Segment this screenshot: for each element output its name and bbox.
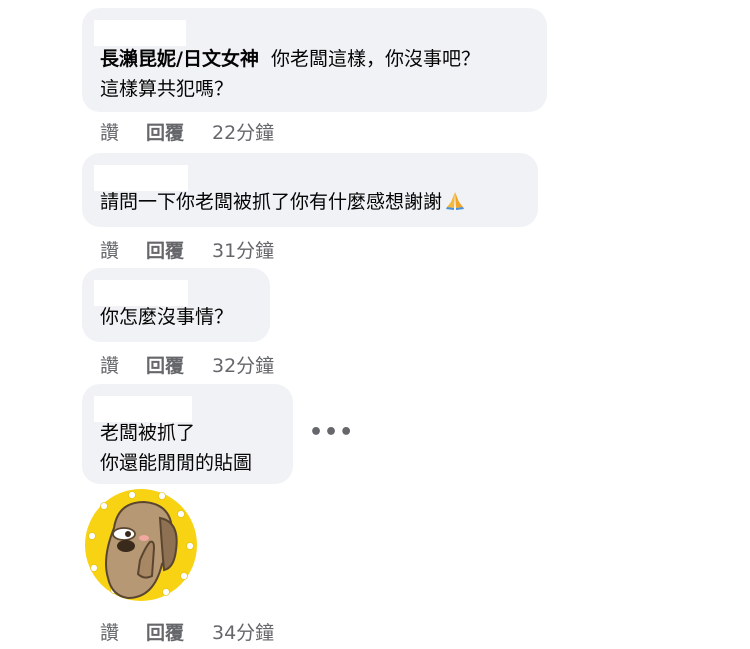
comment-text-line: 你怎麼沒事情？ (100, 306, 234, 328)
like-link[interactable]: 讚 (100, 618, 146, 645)
comment-bubble: 請問一下你老闆被抓了你有什麼感想謝謝 (82, 153, 538, 227)
like-link[interactable]: 讚 (100, 118, 146, 145)
timestamp[interactable]: 22分鐘 (212, 118, 274, 145)
timestamp[interactable]: 34分鐘 (212, 618, 274, 645)
like-link[interactable]: 讚 (100, 236, 146, 263)
comment-bubble: 老闆被抓了你還能閒閒的貼圖 (82, 384, 293, 484)
timestamp[interactable]: 32分鐘 (212, 351, 274, 378)
comment-text: 請問一下你老闆被抓了你有什麼感想謝謝 (100, 187, 522, 219)
reply-link[interactable]: 回覆 (146, 236, 212, 263)
comment-actions: 讚 回覆 22分鐘 (100, 118, 274, 145)
comment-text-line: 你老闆這樣，你沒事吧？ (271, 48, 481, 70)
comment-text: 老闆被抓了你還能閒閒的貼圖 (100, 418, 277, 478)
redacted-name (94, 165, 188, 191)
comment-actions: 讚 回覆 32分鐘 (100, 351, 274, 378)
comment-text: 長瀨昆妮/日文女神 你老闆這樣，你沒事吧？ 這樣算共犯嗎？ (100, 44, 531, 104)
comment-bubble: 長瀨昆妮/日文女神 你老闆這樣，你沒事吧？ 這樣算共犯嗎？ (82, 8, 547, 112)
comment-text-line: 請問一下你老闆被抓了你有什麼感想謝謝 (100, 191, 443, 213)
reply-link[interactable]: 回覆 (146, 118, 212, 145)
comment-text: 你怎麼沒事情？ (100, 302, 254, 332)
comment-actions: 讚 回覆 34分鐘 (100, 618, 274, 645)
more-options-button[interactable]: ••• (309, 420, 354, 445)
redacted-name (94, 20, 186, 46)
comment-bubble: 你怎麼沒事情？ (82, 268, 270, 342)
comment-actions: 讚 回覆 31分鐘 (100, 236, 274, 263)
folded-hands-icon (444, 189, 466, 219)
comment-text-line: 你還能閒閒的貼圖 (100, 452, 253, 474)
comment-text-line: 這樣算共犯嗎？ (100, 78, 234, 100)
redacted-name (94, 396, 192, 422)
comment-author[interactable]: 長瀨昆妮/日文女神 (100, 48, 259, 70)
redacted-name (94, 280, 188, 306)
timestamp[interactable]: 31分鐘 (212, 236, 274, 263)
comment-text-line: 老闆被抓了 (100, 422, 196, 444)
reply-link[interactable]: 回覆 (146, 351, 212, 378)
like-link[interactable]: 讚 (100, 351, 146, 378)
reply-link[interactable]: 回覆 (146, 618, 212, 645)
dog-sticker (84, 488, 198, 602)
